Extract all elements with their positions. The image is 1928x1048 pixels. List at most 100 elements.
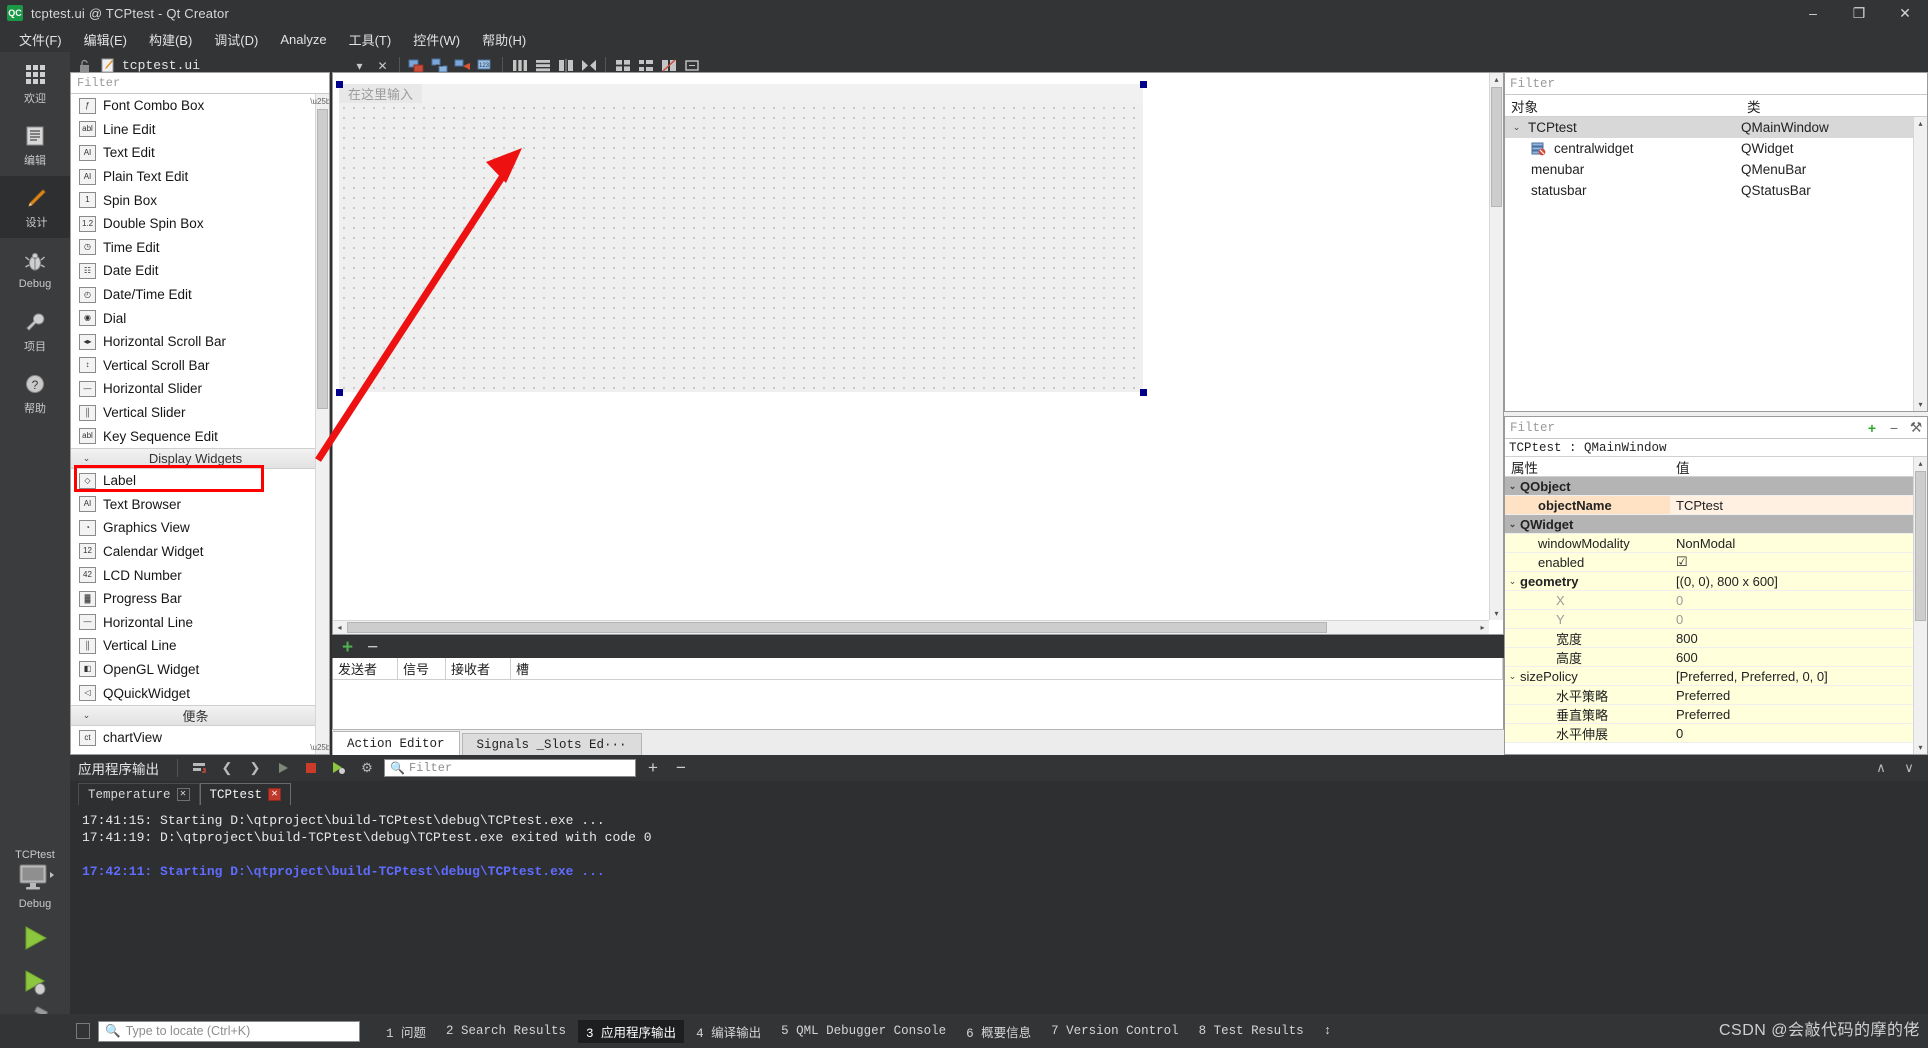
property-value-cell[interactable]: [(0, 0), 800 x 600] <box>1670 572 1927 590</box>
property-row[interactable]: enabled ☑ <box>1505 553 1927 572</box>
pe-scroll-down-icon[interactable]: ▾ <box>1914 741 1927 754</box>
statusbar-more-panes-icon[interactable]: ↕ <box>1316 1022 1340 1040</box>
widget-box-item[interactable]: ◉ Dial <box>71 306 329 330</box>
property-value-cell[interactable]: Preferred <box>1670 686 1927 704</box>
run-icon[interactable] <box>272 758 294 778</box>
widget-box-item[interactable]: 12 Calendar Widget <box>71 540 329 564</box>
oi-scroll-down-icon[interactable]: ▾ <box>1914 398 1927 411</box>
widget-box-item[interactable]: ƒ Font Combo Box <box>71 94 329 118</box>
output-tab-tcptest[interactable]: TCPtest ✕ <box>199 783 292 805</box>
widget-box-item[interactable]: ct chartView <box>71 726 329 750</box>
resize-handle-bottom-right[interactable] <box>1140 389 1147 396</box>
widget-box-item[interactable]: ↕ Vertical Scroll Bar <box>71 354 329 378</box>
start-debugging-button[interactable] <box>0 960 70 1004</box>
statusbar-item-search-results[interactable]: 2 Search Results <box>438 1022 574 1040</box>
widget-box-item[interactable]: AI Plain Text Edit <box>71 165 329 189</box>
object-inspector-rows[interactable]: ⌄ TCPtest QMainWindow centralwidget QWidget m… <box>1505 117 1927 201</box>
expander-chevron-icon[interactable]: ⌄ <box>1505 519 1520 530</box>
statusbar-item-test-results[interactable]: 8 Test Results <box>1191 1022 1312 1040</box>
property-row[interactable]: windowModality NonModal <box>1505 534 1927 553</box>
chevron-down-icon[interactable]: ⌄ <box>79 710 94 721</box>
expander-chevron-icon[interactable]: ⌄ <box>1505 576 1520 587</box>
expander-chevron-icon[interactable]: ⌄ <box>1505 481 1520 492</box>
widget-group-header[interactable]: ⌄ 便条 <box>71 704 329 726</box>
word-wrap-icon[interactable] <box>188 758 210 778</box>
maximize-output-icon[interactable]: ∨ <box>1898 758 1920 778</box>
column-slot[interactable]: 槽 <box>511 658 1503 680</box>
close-tab-icon-active[interactable]: ✕ <box>268 788 282 801</box>
mode-debug[interactable]: Debug <box>0 238 70 300</box>
object-inspector-scrollbar[interactable]: ▴ ▾ <box>1913 117 1927 411</box>
widget-box-item[interactable]: AI Text Edit <box>71 141 329 165</box>
close-icon[interactable]: ✕ <box>1882 0 1928 26</box>
mode-projects[interactable]: 项目 <box>0 300 70 362</box>
close-tab-icon[interactable]: ✕ <box>176 788 190 801</box>
widget-box-item[interactable]: 42 LCD Number <box>71 563 329 587</box>
canvas-vertical-scrollbar[interactable]: ▴ ▾ <box>1489 73 1503 620</box>
widget-box-item[interactable]: AI Text Browser <box>71 493 329 517</box>
widget-box-item[interactable]: ◔ Graphics View <box>71 516 329 540</box>
statusbar-item-qml-debugger[interactable]: 5 QML Debugger Console <box>773 1022 954 1040</box>
maximize-icon[interactable]: ❐ <box>1836 0 1882 26</box>
property-value-cell[interactable]: 0 <box>1670 610 1927 628</box>
menu-widgets[interactable]: 控件(W) <box>402 27 471 52</box>
widget-box-item[interactable]: ◧ OpenGL Widget <box>71 658 329 682</box>
resize-handle-bottom-left[interactable] <box>336 389 343 396</box>
menu-debug[interactable]: 调试(D) <box>203 27 269 52</box>
property-editor-filter-input[interactable]: Filter <box>1505 421 1861 435</box>
widget-group-header[interactable]: ⌄ Display Widgets <box>71 447 329 469</box>
signal-slot-editor-table[interactable]: 发送者 信号 接收者 槽 <box>332 658 1504 729</box>
mode-design[interactable]: 设计 <box>0 176 70 238</box>
canvas-vscroll-thumb[interactable] <box>1491 87 1502 207</box>
attach-debugger-icon[interactable] <box>328 758 350 778</box>
property-value-cell[interactable]: TCPtest <box>1670 496 1927 514</box>
statusbar-item-general-messages[interactable]: 6 概要信息 <box>958 1020 1039 1043</box>
widget-box-item[interactable]: ◷ Time Edit <box>71 236 329 260</box>
widget-box-item[interactable]: ◂▸ Horizontal Scroll Bar <box>71 330 329 354</box>
statusbar-item-issues[interactable]: 1 问题 <box>378 1020 434 1043</box>
property-value-cell[interactable]: 0 <box>1670 591 1927 609</box>
property-value-cell[interactable]: 800 <box>1670 629 1927 647</box>
property-column-header[interactable]: 属性 <box>1505 457 1670 476</box>
widget-box-item[interactable]: 1.2 Double Spin Box <box>71 212 329 236</box>
menu-file[interactable]: 文件(F) <box>8 27 73 52</box>
central-widget-dotgrid[interactable] <box>339 103 1143 392</box>
application-output-log[interactable]: 17:41:15: Starting D:\qtproject\build-TC… <box>70 805 1928 1008</box>
property-editor-scrollbar[interactable]: ▴ ▾ <box>1913 457 1927 754</box>
class-column-header[interactable]: 类 <box>1741 95 1927 116</box>
widget-box-scrollbar[interactable]: \u25b4 \u25be <box>310 94 329 754</box>
widget-box-filter-input[interactable]: Filter <box>71 73 329 94</box>
statusbar-item-version-control[interactable]: 7 Version Control <box>1043 1022 1187 1040</box>
property-row[interactable]: 水平策略 Preferred <box>1505 686 1927 705</box>
property-value-cell[interactable]: 0 <box>1670 724 1927 742</box>
property-value-cell[interactable]: NonModal <box>1670 534 1927 552</box>
scroll-up-icon[interactable]: \u25b4 <box>310 94 329 108</box>
mode-welcome[interactable]: 欢迎 <box>0 52 70 114</box>
property-row[interactable]: X0 <box>1505 591 1927 610</box>
property-value-cell[interactable]: ☑ <box>1670 553 1927 571</box>
property-row[interactable]: 高度 600 <box>1505 648 1927 667</box>
canvas-scroll-down-icon[interactable]: ▾ <box>1490 607 1503 620</box>
remove-property-button[interactable]: − <box>1883 418 1905 438</box>
canvas-hscroll-thumb[interactable] <box>347 622 1327 633</box>
object-inspector-row[interactable]: statusbar QStatusBar <box>1505 180 1927 201</box>
zoom-in-button[interactable]: + <box>642 758 664 778</box>
widget-box-item[interactable]: ◇ Label <box>71 469 329 493</box>
statusbar-item-application-output[interactable]: 3 应用程序输出 <box>578 1019 685 1043</box>
widget-box-list[interactable]: \u25b4 \u25be ƒ Font Combo Box abl Line Edi… <box>71 94 329 754</box>
widget-box-item[interactable]: ◁ QQuickWidget <box>71 681 329 705</box>
property-row[interactable]: 水平伸展 0 <box>1505 724 1927 743</box>
widget-box-item[interactable]: abl Line Edit <box>71 118 329 142</box>
widget-box-item[interactable]: ▓ Progress Bar <box>71 587 329 611</box>
scroll-down-icon[interactable]: \u25be <box>310 740 329 754</box>
property-value-cell[interactable] <box>1670 515 1927 533</box>
menu-tools[interactable]: 工具(T) <box>338 27 403 52</box>
stop-icon[interactable] <box>300 758 322 778</box>
property-row[interactable]: 宽度 800 <box>1505 629 1927 648</box>
property-editor-rows[interactable]: ⌄ QObject objectName TCPtest ⌄ QWidget windowM… <box>1505 477 1927 743</box>
object-inspector-filter-input[interactable]: Filter <box>1505 73 1927 95</box>
property-value-cell[interactable] <box>1670 477 1927 495</box>
widget-box-item[interactable]: — Horizontal Line <box>71 610 329 634</box>
property-group-row[interactable]: ⌄ QObject <box>1505 477 1927 496</box>
next-item-icon[interactable]: ❯ <box>244 758 266 778</box>
